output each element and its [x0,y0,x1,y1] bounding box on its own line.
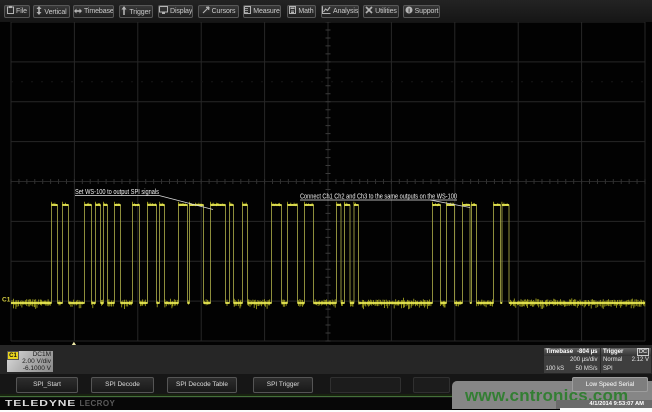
svg-text:Connect Ch1 Ch2 and Ch3 to the: Connect Ch1 Ch2 and Ch3 to the same outp… [300,194,457,201]
svg-text:Set WS-100 to output SPI signa: Set WS-100 to output SPI signals [75,189,159,196]
svg-text:C1: C1 [2,297,11,304]
